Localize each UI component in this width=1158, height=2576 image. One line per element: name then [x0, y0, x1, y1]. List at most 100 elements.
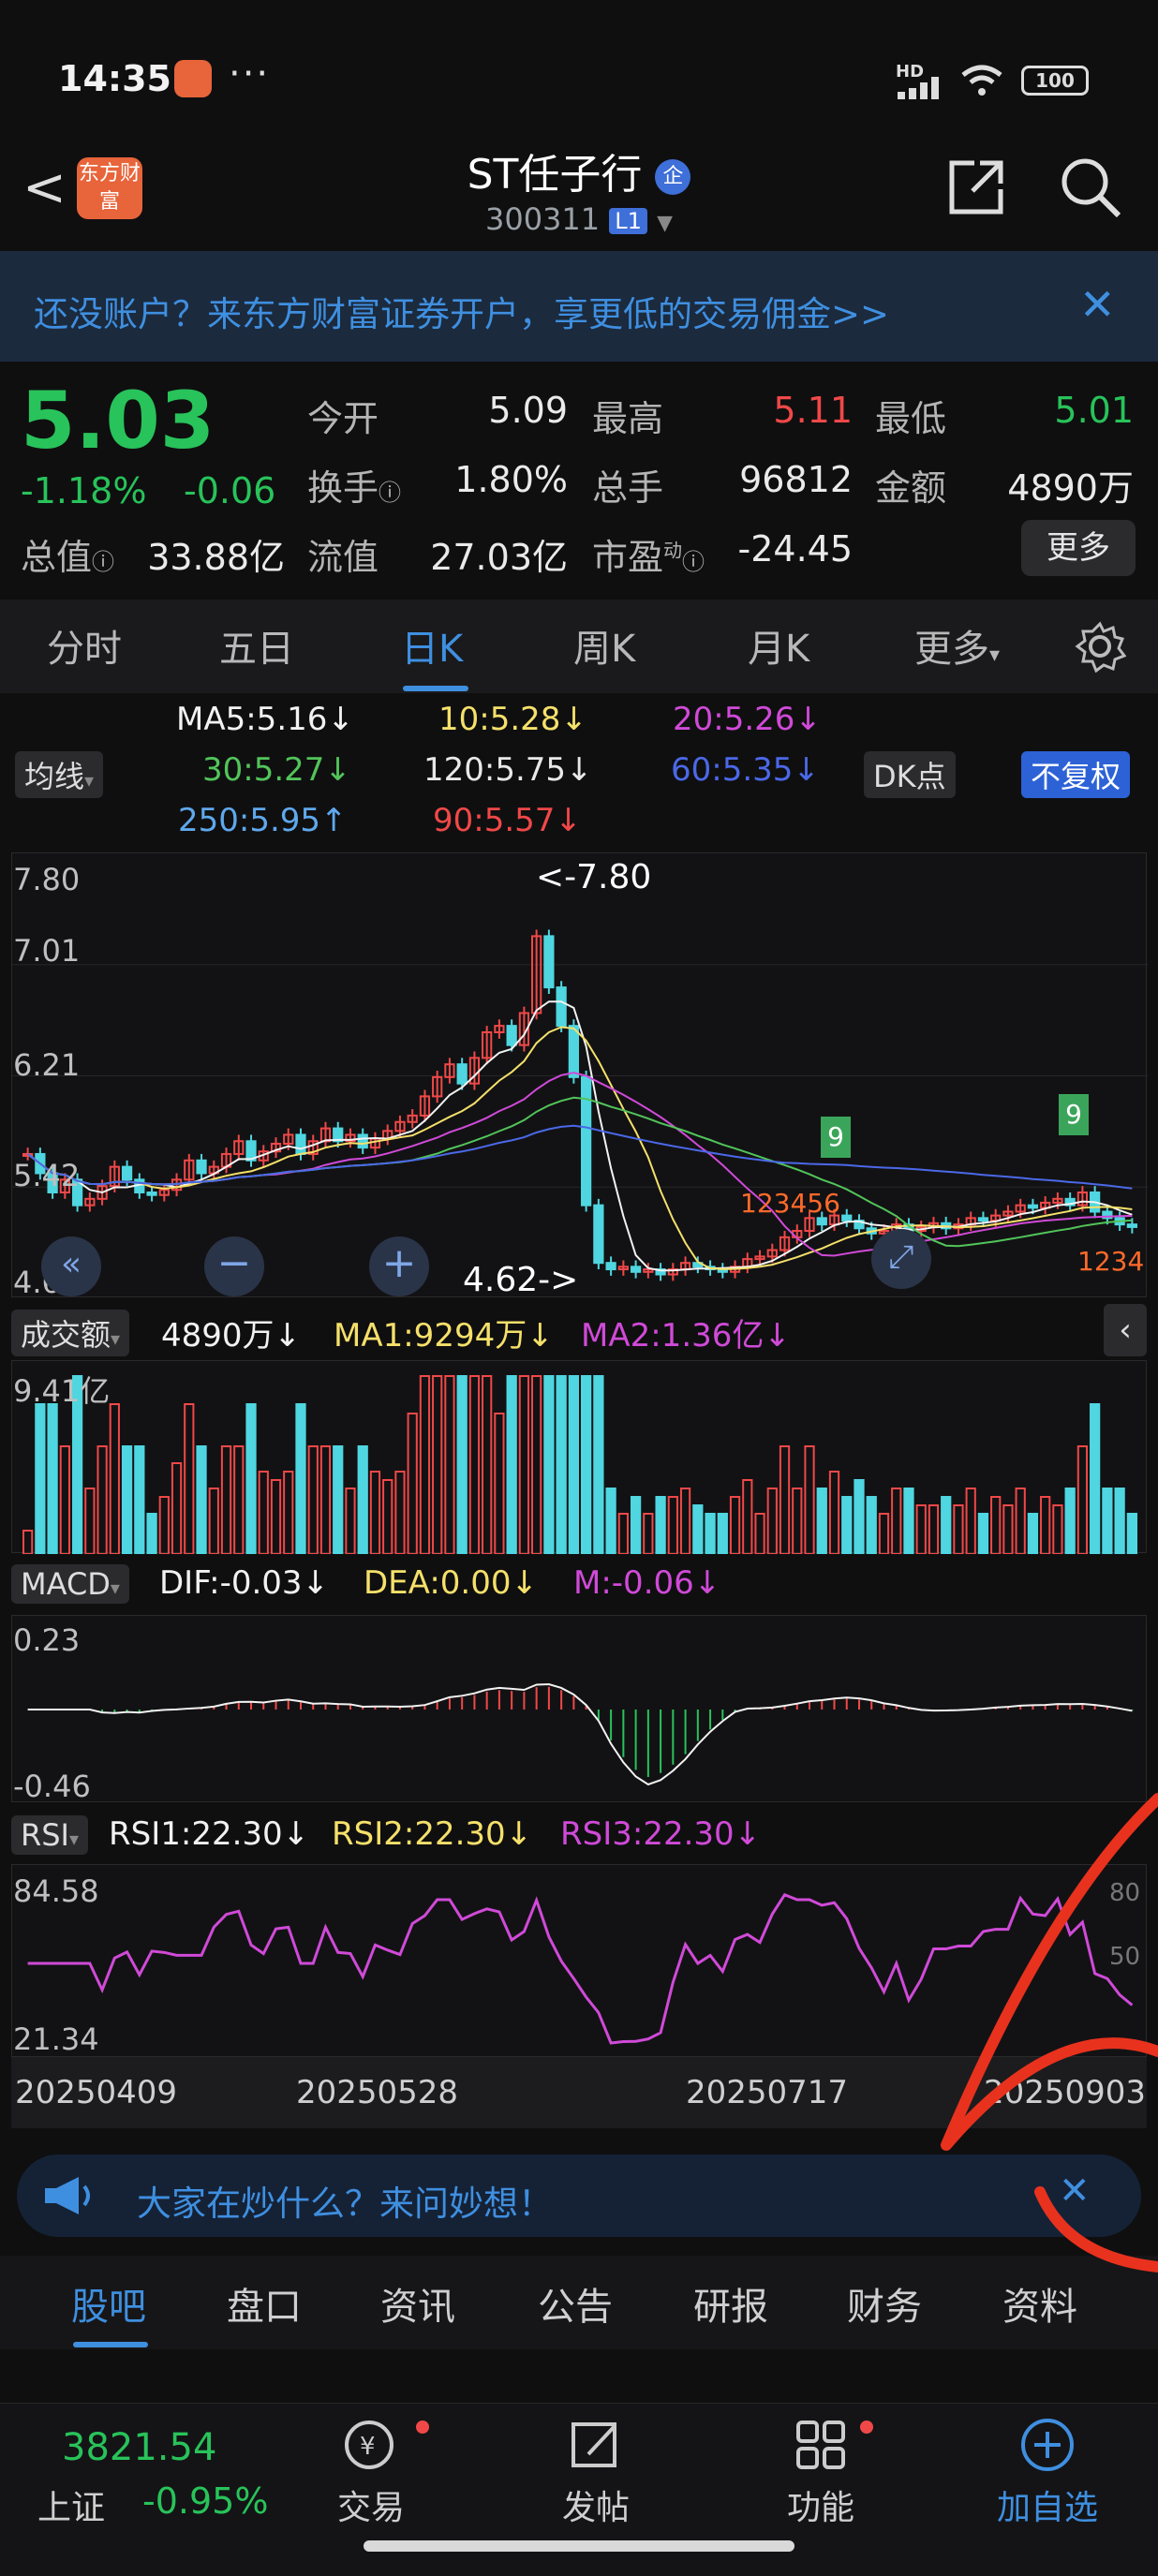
volume-bar — [990, 1496, 1002, 1555]
tab-guba[interactable]: 股吧 — [71, 2276, 146, 2331]
rsi-y-bottom: 21.34 — [13, 2021, 99, 2057]
date-axis — [11, 2057, 1147, 2128]
ask-assistant-text[interactable]: 大家在炒什么？来问妙想！ — [137, 2175, 553, 2226]
rsi-line — [27, 1892, 1134, 2045]
date-label: 20250528 — [296, 2074, 459, 2111]
low-value: 5.01 — [1054, 390, 1134, 431]
dk-point-button[interactable]: DK点 — [864, 751, 956, 798]
zoom-out-icon[interactable]: − — [204, 1236, 264, 1296]
volume-bar — [1114, 1488, 1125, 1555]
volume-bar — [878, 1513, 890, 1555]
app-notification-icon — [174, 60, 212, 97]
y-axis-3: 6.21 — [13, 1047, 81, 1083]
status-time: 14:35 — [58, 58, 171, 99]
nav-trade[interactable]: 交易 — [305, 2480, 437, 2529]
volume-bar — [283, 1471, 294, 1555]
amount-value: 4890万 — [1007, 467, 1134, 509]
tab-pankou[interactable]: 盘口 — [227, 2276, 302, 2331]
volume-bar — [369, 1471, 381, 1555]
active-tab-indicator — [403, 686, 468, 691]
adjust-type-button[interactable]: 不复权 — [1021, 751, 1131, 798]
ma-line-5 — [26, 1000, 1133, 1272]
volume-bar — [295, 1403, 306, 1555]
active-subtab-indicator — [73, 2342, 148, 2347]
tab-more[interactable]: 更多▾ — [914, 618, 1000, 673]
tab-weekly-k[interactable]: 周K — [573, 618, 635, 673]
volume-bar — [816, 1488, 827, 1555]
index-value[interactable]: 3821.54 — [62, 2426, 216, 2469]
collapse-panel-icon[interactable]: ‹ — [1104, 1304, 1147, 1356]
info-icon: ⓘ — [379, 480, 402, 506]
volume-bar — [1002, 1504, 1014, 1555]
signal-icon — [898, 77, 939, 99]
volume-bar — [1126, 1513, 1138, 1555]
volume-bar — [766, 1488, 778, 1555]
volume-bar — [468, 1375, 481, 1555]
current-price: 5.03 — [21, 375, 215, 466]
tab-research[interactable]: 研报 — [693, 2276, 768, 2331]
trade-icon[interactable]: ¥ — [339, 2417, 399, 2473]
rsi-level-80: 80 — [1109, 1879, 1141, 1907]
volume-bar — [345, 1488, 356, 1555]
tab-monthly-k[interactable]: 月K — [748, 618, 809, 673]
nav-add-watchlist[interactable]: 加自选 — [982, 2480, 1113, 2529]
volume-bar — [742, 1479, 753, 1555]
function-grid-icon[interactable] — [793, 2417, 853, 2473]
close-icon[interactable]: ✕ — [1059, 2169, 1091, 2213]
volume-bar — [184, 1403, 195, 1555]
nav-post[interactable]: 发帖 — [530, 2480, 661, 2529]
volume-bar — [1015, 1488, 1026, 1555]
more-button[interactable]: 更多 — [1021, 520, 1136, 576]
ma-selector[interactable]: 均线▾ — [15, 751, 104, 798]
tab-news[interactable]: 资讯 — [380, 2276, 455, 2331]
td-count-labels: 1234 — [1077, 1246, 1145, 1277]
tab-daily-k[interactable]: 日K — [401, 618, 463, 673]
tab-finance[interactable]: 财务 — [847, 2276, 922, 2331]
pan-left-icon[interactable]: « — [41, 1236, 101, 1296]
index-name[interactable]: 上证 — [37, 2480, 105, 2529]
settings-gear-icon[interactable] — [1074, 620, 1126, 673]
zoom-in-icon[interactable]: + — [369, 1236, 429, 1296]
volume-bar — [47, 1403, 58, 1555]
add-watchlist-icon[interactable] — [1017, 2415, 1077, 2475]
tab-profile[interactable]: 资料 — [1002, 2276, 1077, 2331]
close-icon[interactable]: ✕ — [1079, 279, 1116, 330]
pe-label: 市盈动ⓘ — [592, 537, 705, 578]
tab-announcements[interactable]: 公告 — [538, 2276, 613, 2331]
rsi-level-50: 50 — [1109, 1943, 1141, 1971]
change-amount: -0.06 — [184, 470, 276, 511]
candle — [816, 1217, 827, 1226]
stock-code: 300311 — [484, 201, 601, 237]
volume-bar — [891, 1488, 902, 1555]
volume-bar — [679, 1488, 691, 1555]
post-icon[interactable] — [566, 2417, 626, 2473]
share-icon[interactable] — [946, 157, 1006, 217]
volume-ma1: MA1:9294万↓ — [334, 1317, 554, 1355]
volume-bar — [1027, 1513, 1039, 1555]
volume-bar — [531, 1375, 542, 1555]
kline-chart[interactable] — [11, 852, 1148, 1297]
svg-text:¥: ¥ — [360, 2433, 376, 2461]
tab-five-day[interactable]: 五日 — [219, 618, 294, 673]
nav-functions[interactable]: 功能 — [755, 2480, 886, 2529]
search-icon[interactable] — [1059, 155, 1122, 219]
home-indicator — [364, 2540, 794, 2552]
volume-bar — [953, 1504, 964, 1555]
index-change[interactable]: -0.95% — [142, 2480, 268, 2522]
fullscreen-icon[interactable]: ⤢ — [871, 1229, 931, 1289]
macd-selector[interactable]: MACD▾ — [11, 1564, 129, 1604]
volume-bar — [220, 1445, 232, 1555]
tab-intraday[interactable]: 分时 — [47, 618, 122, 673]
volume-bar — [903, 1488, 914, 1555]
candle — [357, 1133, 368, 1149]
volume-bar — [754, 1513, 765, 1555]
low-label: 最低 — [875, 398, 947, 439]
candle — [977, 1217, 989, 1222]
volume-bar — [158, 1496, 170, 1555]
candle — [593, 1204, 604, 1265]
banner-text[interactable]: 还没账户？来东方财富证券开户，享更低的交易佣金>> — [34, 286, 889, 336]
volume-bar — [307, 1445, 319, 1555]
rsi-selector[interactable]: RSI▾ — [11, 1815, 89, 1855]
volume-selector[interactable]: 成交额▾ — [11, 1310, 130, 1356]
volume-bar — [444, 1375, 455, 1555]
